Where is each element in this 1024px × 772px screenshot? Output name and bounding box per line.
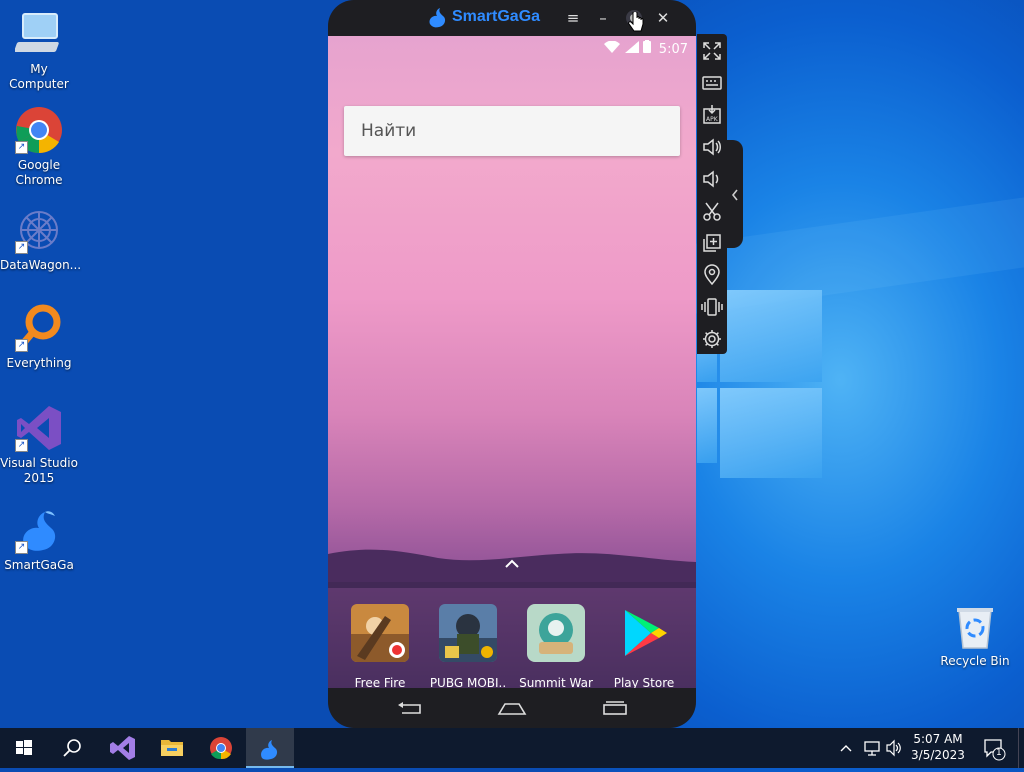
android-navbar [328, 688, 696, 728]
desktop-icon-everything[interactable]: ↗ Everything [0, 304, 78, 371]
android-screen[interactable]: 5:07 Найти Free Fire PUBG MOBI.. Summit … [328, 36, 696, 688]
desktop-icon-visual-studio[interactable]: ↗ Visual Studio 2015 [0, 404, 78, 486]
volume-down-icon[interactable] [701, 168, 723, 190]
clock-time: 5:07 AM [913, 732, 963, 746]
smartgaga-icon [261, 740, 278, 760]
play-store-icon [615, 604, 673, 662]
keyboard-icon[interactable] [701, 72, 723, 94]
notification-count: 1 [996, 748, 1002, 758]
app-pubg-mobile[interactable]: PUBG MOBI.. [426, 604, 510, 688]
visual-studio-icon: ↗ [15, 404, 63, 452]
volume-icon[interactable] [884, 728, 904, 768]
desktop-icon-my-computer[interactable]: My Computer [0, 10, 78, 92]
desktop-icon-recycle-bin[interactable]: Recycle Bin [936, 602, 1014, 669]
action-center-button[interactable]: 1 [982, 728, 1006, 768]
summit-war-icon [527, 604, 585, 662]
wifi-icon [604, 40, 624, 57]
taskbar: 5:07 AM 3/5/2023 1 [0, 728, 1024, 768]
emulator-side-toolbar: APK [697, 34, 727, 354]
recycle-bin-icon [951, 602, 999, 650]
app-label: Summit War [519, 676, 593, 688]
minimize-icon[interactable]: – [592, 8, 614, 28]
app-label: PUBG MOBI.. [429, 676, 507, 688]
show-desktop-button[interactable] [1018, 728, 1024, 768]
desktop-icon-smartgaga[interactable]: ↗ SmartGaGa [0, 506, 78, 573]
settings-icon[interactable] [701, 328, 723, 350]
computer-icon [14, 10, 63, 58]
taskbar-smartgaga[interactable] [246, 728, 294, 768]
emulator-window: SmartGaGa ≡ – ✕ 5:07 Найти Free Fire PUB… [328, 0, 696, 728]
chrome-icon [210, 737, 232, 760]
app-free-fire[interactable]: Free Fire [338, 604, 422, 688]
app-drawer-arrow-icon[interactable] [503, 554, 521, 568]
desktop-icon-google-chrome[interactable]: ↗ Google Chrome [0, 106, 78, 188]
show-hidden-icons-chevron-up-icon[interactable] [838, 728, 854, 768]
svg-text:APK: APK [706, 116, 719, 123]
search-placeholder: Найти [361, 121, 417, 141]
app-summit-war[interactable]: Summit War [514, 604, 598, 688]
home-icon[interactable] [497, 700, 527, 716]
signal-icon [624, 41, 643, 57]
app-label: Free Fire [354, 676, 406, 688]
desktop-icon-label: SmartGaGa [4, 558, 74, 572]
taskbar-clock[interactable]: 5:07 AM 3/5/2023 [906, 731, 970, 763]
app-label: Play Store [613, 676, 675, 688]
status-bar: 5:07 [604, 40, 688, 57]
chevron-left-icon [731, 189, 738, 201]
taskbar-file-explorer[interactable] [148, 728, 196, 768]
desktop-icon-label: My Computer [9, 62, 69, 91]
notification-icon [984, 739, 1006, 761]
location-icon[interactable] [701, 264, 723, 286]
back-icon[interactable] [394, 700, 424, 716]
datawagon-icon: ↗ [15, 206, 63, 254]
multi-instance-icon[interactable] [701, 232, 723, 254]
search-icon [63, 739, 81, 757]
wallpaper-logo-pane [720, 290, 822, 382]
desktop-icon-datawagon[interactable]: ↗ DataWagon... [0, 206, 82, 273]
chrome-icon: ↗ [15, 106, 63, 154]
desktop-icon-label: DataWagon... [0, 258, 82, 272]
search-input[interactable]: Найти [344, 106, 680, 156]
network-icon[interactable] [862, 728, 882, 768]
wallpaper-logo-pane [697, 388, 717, 463]
app-play-store[interactable]: Play Store [602, 604, 686, 688]
everything-icon: ↗ [15, 304, 63, 352]
taskbar-visual-studio[interactable] [98, 728, 146, 768]
screenshot-scissors-icon[interactable] [701, 200, 723, 222]
collapse-sidebar-button[interactable] [727, 140, 743, 248]
recent-apps-icon[interactable] [600, 700, 630, 716]
shake-icon[interactable] [701, 296, 723, 318]
battery-icon [642, 40, 655, 57]
desktop-icon-label: Google Chrome [15, 158, 63, 187]
smartgaga-logo-icon [426, 6, 448, 32]
mouse-cursor-icon [628, 11, 644, 38]
desktop-icon-label: Everything [6, 356, 72, 370]
fullscreen-icon[interactable] [701, 40, 723, 62]
free-fire-icon [351, 604, 409, 662]
emulator-title: SmartGaGa [452, 8, 541, 25]
smartgaga-icon: ↗ [15, 506, 63, 554]
visual-studio-icon [110, 736, 135, 760]
volume-up-icon[interactable] [701, 136, 723, 158]
desktop-icon-label: Recycle Bin [940, 654, 1010, 668]
pubg-mobile-icon [439, 604, 497, 662]
wallpaper-logo-pane [720, 388, 822, 478]
apk-icon[interactable]: APK [701, 104, 723, 126]
desktop-icon-label: Visual Studio 2015 [0, 456, 78, 485]
start-button[interactable] [0, 728, 48, 768]
menu-icon[interactable]: ≡ [562, 8, 584, 28]
file-explorer-icon [161, 740, 183, 756]
start-icon [16, 740, 32, 755]
clock-date: 3/5/2023 [911, 748, 965, 762]
taskbar-search-button[interactable] [48, 728, 96, 768]
close-icon[interactable]: ✕ [652, 8, 674, 28]
taskbar-chrome[interactable] [197, 728, 245, 768]
status-time: 5:07 [658, 42, 688, 57]
app-dock: Free Fire PUBG MOBI.. Summit War Play St… [328, 582, 696, 688]
